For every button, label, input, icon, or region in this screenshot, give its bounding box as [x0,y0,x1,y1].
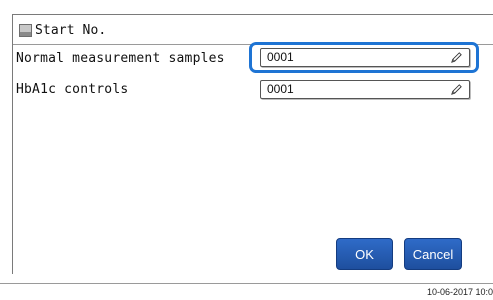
normal-samples-row: Normal measurement samples [16,47,225,69]
screen: Start No. Normal measurement samples 000… [0,0,493,300]
hba1c-controls-value: 0001 [267,82,294,96]
normal-samples-value: 0001 [267,50,294,64]
dialog-title-bar: Start No. [19,21,106,39]
ok-button[interactable]: OK [336,238,393,270]
dialog-title: Start No. [35,22,107,38]
status-datetime: 10-06-2017 10:0 [426,287,493,297]
pencil-icon[interactable] [450,51,463,64]
normal-samples-start-field[interactable]: 0001 [260,48,470,67]
hba1c-controls-row: HbA1c controls [16,78,128,100]
hba1c-controls-start-field[interactable]: 0001 [260,80,470,99]
window-icon [19,23,32,37]
pencil-icon[interactable] [450,83,463,96]
status-divider [0,283,493,284]
normal-samples-label: Normal measurement samples [16,50,225,66]
cancel-button[interactable]: Cancel [404,238,462,270]
hba1c-controls-label: HbA1c controls [16,81,129,97]
